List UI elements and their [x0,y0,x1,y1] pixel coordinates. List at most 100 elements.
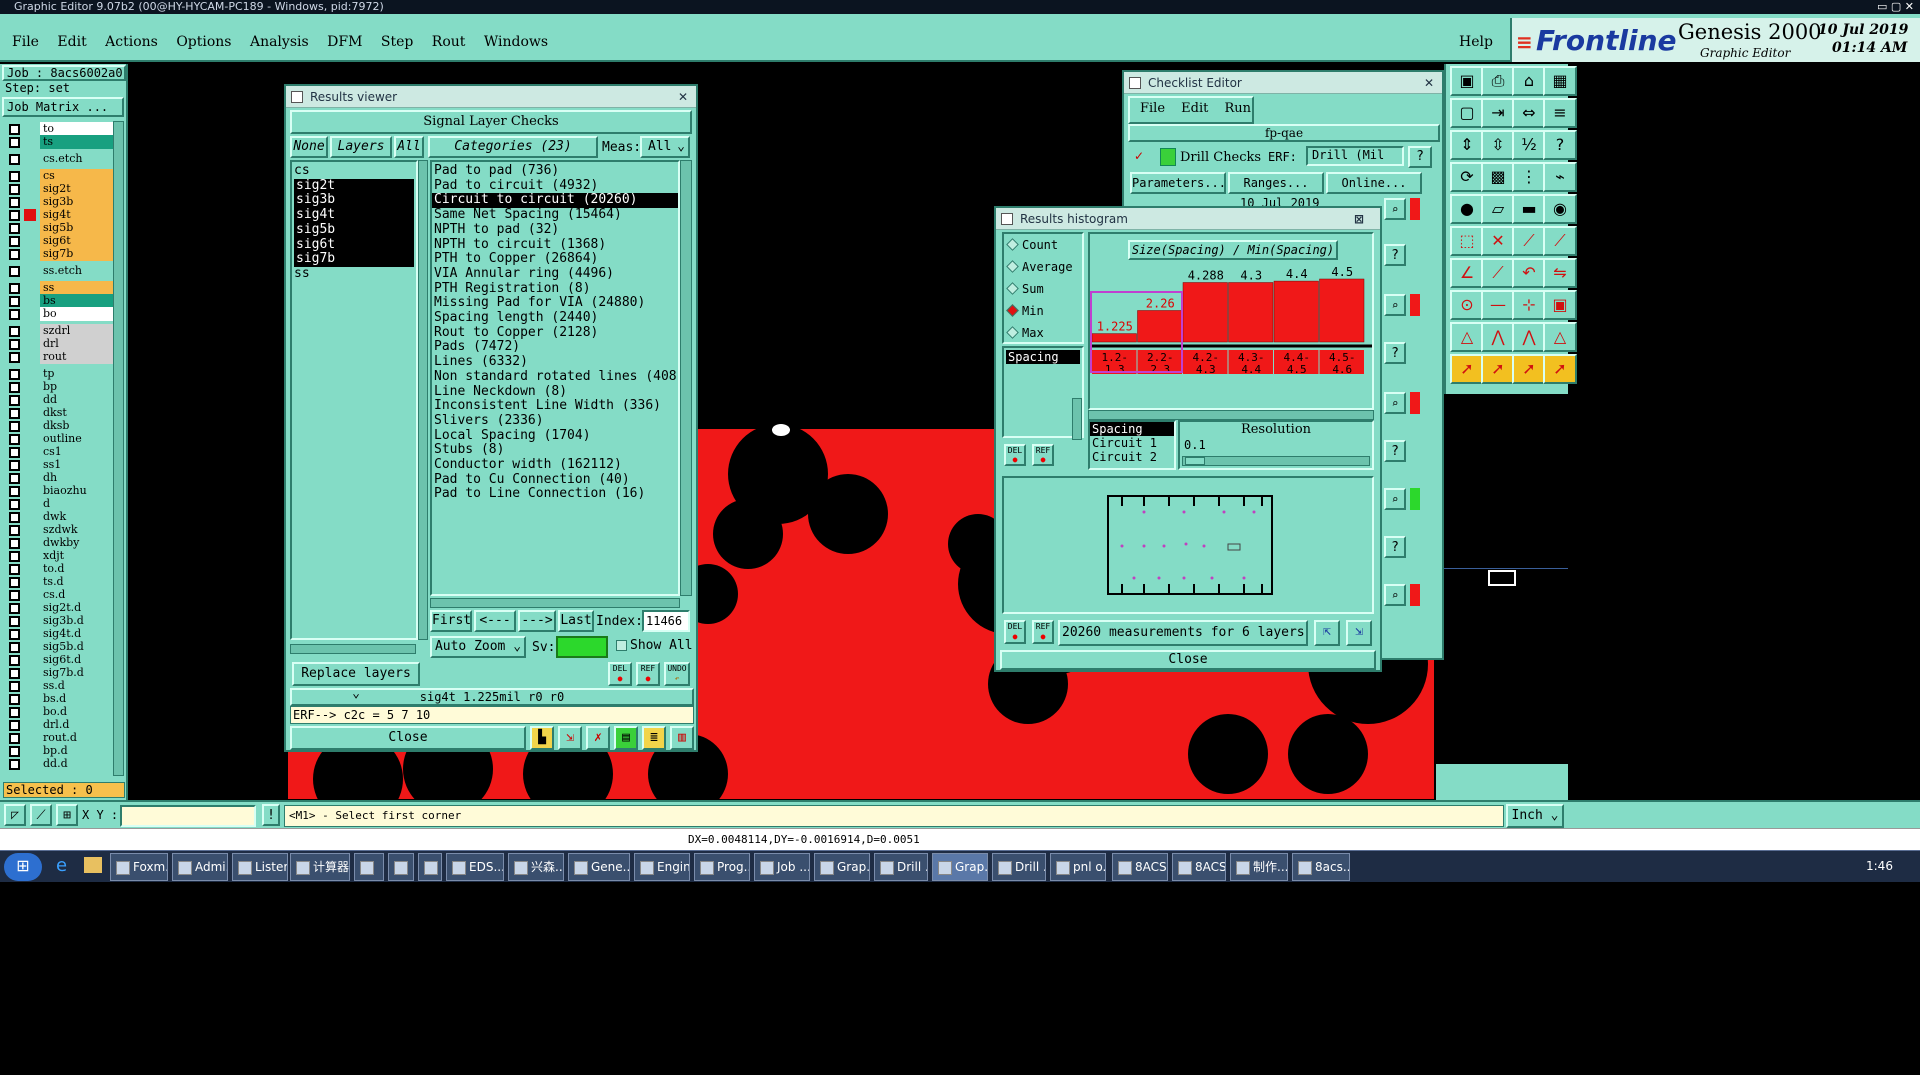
layer-list-item[interactable]: sig7b [294,252,414,267]
layer-name[interactable]: dd.d [40,757,122,771]
mirror-icon[interactable]: ⇔ [1512,98,1546,128]
taskbar-item[interactable]: 制作... [1230,853,1288,881]
show-all-checkbox[interactable] [616,640,627,651]
ruler-icon[interactable]: ▬ [1512,194,1546,224]
layer-checkbox[interactable] [9,551,20,562]
ref-button[interactable]: REF ● [1032,444,1054,466]
layer-checkbox[interactable] [9,642,20,653]
ie-icon[interactable]: e [56,855,78,877]
help-icon[interactable]: ? [1384,244,1406,266]
layer-checkbox[interactable] [9,124,20,135]
taskbar-item[interactable]: Engin... [634,853,690,881]
layer-name[interactable]: bp [40,380,122,394]
start-button[interactable]: ⊞ [4,853,42,881]
layer-name[interactable]: szdrl [40,324,122,338]
layer-row[interactable]: dd.d [6,757,124,772]
frame-icon[interactable]: ▦ [1543,66,1577,96]
del-button[interactable]: DEL ● [608,662,632,686]
layer-name[interactable]: bo [40,307,122,321]
all-layers-button[interactable]: All [394,136,424,158]
layer-checkbox[interactable] [9,616,20,627]
histogram-bar[interactable] [1182,282,1228,343]
triangle-icon[interactable]: △ [1450,322,1484,352]
none-button[interactable]: None [290,136,328,158]
resolution-slider[interactable] [1182,456,1370,466]
close-button[interactable]: Close [290,726,526,750]
layer-list-item[interactable]: sig5b [294,222,414,238]
alert-icon[interactable]: ! [262,804,280,826]
layer-checkbox[interactable] [9,681,20,692]
layer-name[interactable]: cs1 [40,445,122,459]
menu-options[interactable]: Options [176,34,231,50]
category-list-item[interactable]: Pad to pad (736) [432,163,678,179]
category-list-item[interactable]: Inconsistent Line Width (336) [432,399,678,414]
layer-name[interactable]: d [40,497,122,511]
check-name[interactable]: Drill Checks [1180,150,1261,165]
flip-icon[interactable]: ⇋ [1543,258,1577,288]
taskbar-item[interactable]: Drill ... [874,853,928,881]
category-listbox[interactable]: Pad to pad (736) Pad to circuit (4932) Cir… [430,160,680,596]
layer-name[interactable]: sig7b.d [40,666,122,680]
layer-name[interactable]: ss [40,281,122,295]
layer-name[interactable]: ss1 [40,458,122,472]
meas-select[interactable]: All ⌄ [640,136,690,158]
last-button[interactable]: Last [558,610,594,632]
category-list-item[interactable]: VIA Annular ring (4496) [432,266,678,282]
layer-checkbox[interactable] [9,603,20,614]
layer-list-item[interactable]: sig3b [294,193,414,209]
layer-checkbox[interactable] [9,668,20,679]
aggregate-radio[interactable]: Min [1004,300,1082,322]
category-list-item[interactable]: Stubs (8) [432,443,678,458]
category-list-item[interactable]: Lines (6332) [432,354,678,370]
zoom-icon[interactable]: ⌕ [1384,198,1406,220]
check-enabled-icon[interactable]: ✓ [1134,150,1146,162]
menu-analysis[interactable]: Analysis [250,34,309,50]
notes-tool-icon[interactable]: ≣ [642,726,666,750]
attr-icon[interactable]: ⊙ [1450,290,1484,320]
category-list-item[interactable]: Circuit to circuit (20260) [432,193,678,209]
snap-icon[interactable]: ⊹ [1512,290,1546,320]
layer-name[interactable]: bp.d [40,744,122,758]
menu-dfm[interactable]: DFM [327,34,362,50]
edit-icon[interactable]: ⟋ [1481,258,1515,288]
checklist-menu-run[interactable]: Run [1225,101,1252,116]
histogram-bar[interactable] [1137,310,1183,343]
category-list-item[interactable]: Conductor width (162112) [432,457,678,473]
taskbar-item[interactable]: Grap... [814,853,870,881]
folder-icon[interactable] [84,857,102,873]
layer-checkbox[interactable] [9,249,20,260]
layer-name[interactable]: xdjt [40,549,122,563]
erf-field[interactable]: Drill (Mil [1306,146,1404,166]
layer-checkbox[interactable] [9,408,20,419]
zoom-icon[interactable]: ⌕ [1384,488,1406,510]
menu-step[interactable]: Step [381,34,413,50]
taskbar-item[interactable]: 兴森... [508,853,564,881]
layer-checkbox[interactable] [9,733,20,744]
online-button[interactable]: Online... [1326,172,1422,194]
align-icon[interactable]: ⇕ [1450,130,1484,160]
pointer-icon[interactable]: ➚ [1450,354,1484,384]
category-list-item[interactable]: Pad to Line Connection (16) [432,487,678,502]
layer-name[interactable]: dh [40,471,122,485]
layer-name[interactable]: sig5b [40,221,122,235]
cut-icon[interactable]: ∠ [1450,258,1484,288]
del-button[interactable]: DEL ● [1004,444,1026,466]
layer-checkbox[interactable] [9,369,20,380]
del-button[interactable]: DEL ● [1004,620,1026,644]
xy-input[interactable] [120,805,256,827]
taskbar-item[interactable] [418,853,442,881]
layer-checkbox[interactable] [9,525,20,536]
layer-name[interactable]: bo.d [40,705,122,719]
export-tool-icon[interactable]: ⇲ [558,726,582,750]
layer-name[interactable]: ss.d [40,679,122,693]
layer-row[interactable]: rout [6,350,124,365]
arc-icon[interactable]: ⋀ [1481,322,1515,352]
layer-checkbox[interactable] [9,210,20,221]
category-list-item[interactable]: NPTH to circuit (1368) [432,237,678,253]
menu-edit[interactable]: Edit [57,34,86,50]
taskbar-item[interactable]: 计算器 [290,853,350,881]
layer-name[interactable]: outline [40,432,122,446]
layer-name[interactable]: szdwk [40,523,122,537]
close-icon[interactable]: ✕ [678,86,688,108]
window-controls[interactable]: ▭ ▢ ✕ [1877,0,1914,13]
